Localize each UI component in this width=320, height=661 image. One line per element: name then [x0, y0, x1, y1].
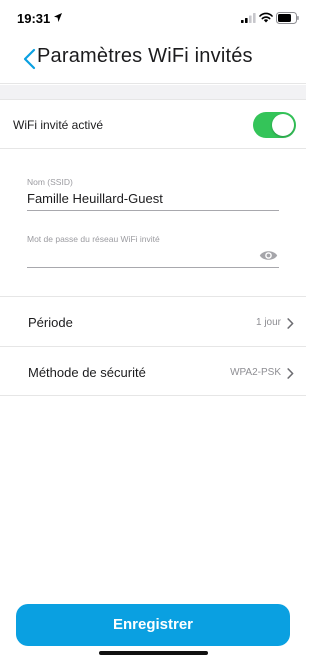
security-method-value: WPA2-PSK [230, 367, 281, 378]
security-method-row[interactable]: Méthode de sécurité WPA2-PSK [0, 346, 306, 396]
section-separator [0, 85, 306, 99]
location-arrow-icon [54, 13, 62, 22]
nav-bar: Paramètres WiFi invités [0, 36, 306, 84]
save-button[interactable]: Enregistrer [16, 604, 290, 646]
back-chevron-icon[interactable] [22, 47, 38, 71]
period-label: Période [28, 315, 73, 330]
toggle-knob [272, 114, 294, 136]
status-bar: 19:31 [0, 0, 306, 36]
chevron-right-icon [287, 368, 294, 379]
security-method-label: Méthode de sécurité [28, 365, 146, 380]
password-input[interactable] [27, 246, 279, 268]
guest-wifi-toggle[interactable] [253, 112, 296, 138]
ssid-label: Nom (SSID) [27, 177, 73, 187]
guest-wifi-toggle-label: WiFi invité activé [13, 118, 104, 132]
password-label: Mot de passe du réseau WiFi invité [27, 234, 160, 244]
chevron-right-icon [287, 318, 294, 329]
status-time: 19:31 [17, 11, 51, 26]
battery-icon [276, 12, 299, 24]
cellular-signal-icon [241, 13, 256, 23]
page-title: Paramètres WiFi invités [37, 45, 253, 67]
period-value: 1 jour [255, 317, 281, 328]
ssid-input[interactable] [27, 187, 279, 211]
period-row[interactable]: Période 1 jour [0, 296, 306, 346]
home-indicator [99, 651, 208, 655]
eye-icon[interactable] [259, 249, 278, 262]
wifi-icon [259, 12, 273, 23]
guest-wifi-toggle-row: WiFi invité activé [0, 99, 306, 149]
